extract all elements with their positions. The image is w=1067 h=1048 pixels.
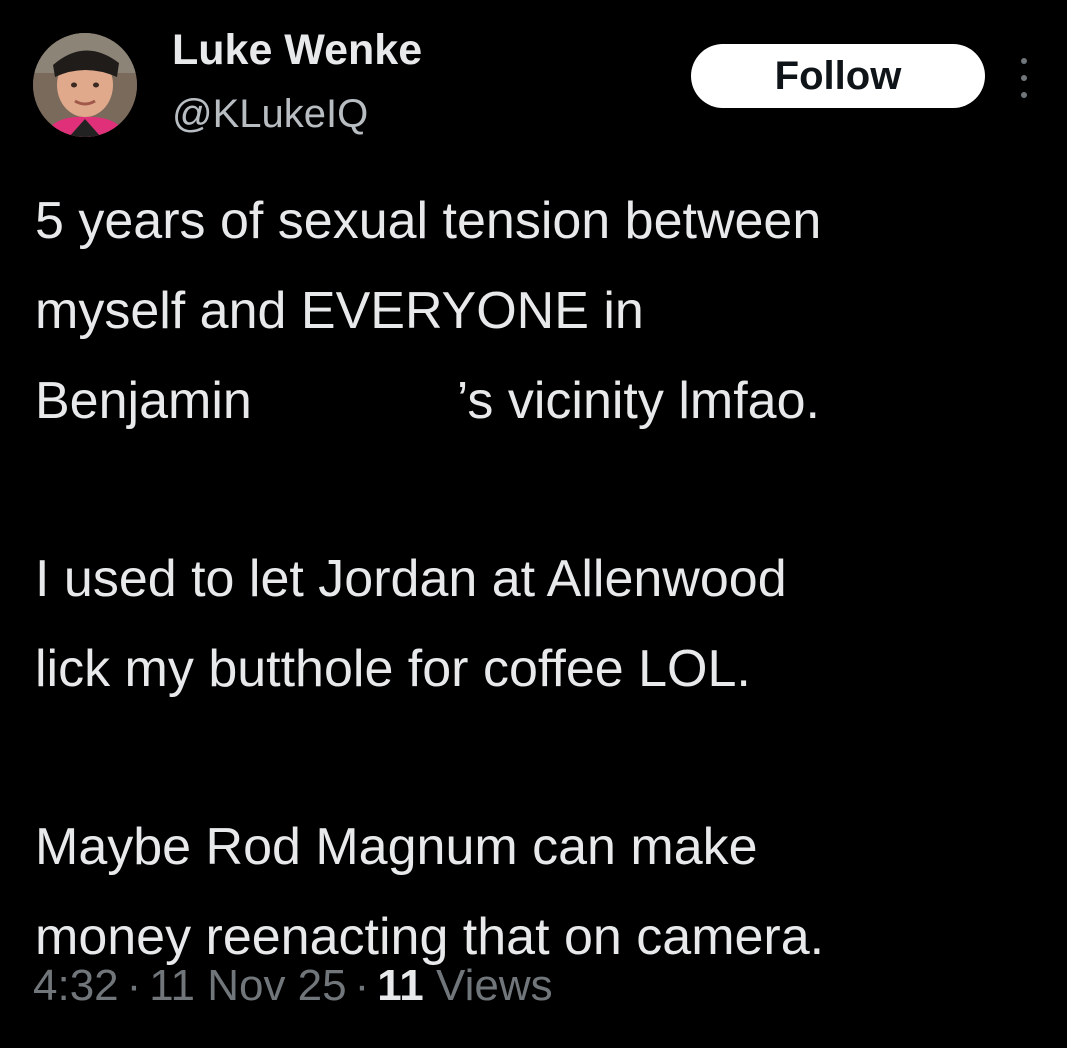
more-dot <box>1021 75 1027 81</box>
avatar[interactable] <box>33 33 137 137</box>
tweet-card: Luke Wenke @KLukeIQ Follow 5 years of se… <box>0 0 1067 1048</box>
author-name[interactable]: Luke Wenke <box>172 22 422 78</box>
tweet-text: 5 years of sexual tension between myself… <box>35 176 1055 982</box>
meta-separator: · <box>126 961 142 1010</box>
tweet-line: myself and EVERYONE in <box>35 282 644 340</box>
tweet-line: 5 years of sexual tension between <box>35 192 822 250</box>
tweet-time[interactable]: 4:32 <box>33 961 119 1010</box>
tweet-text-fragment: ’s vicinity lmfao. <box>456 372 820 430</box>
tweet-meta: 4:32 · 11 Nov 25 · 11 Views <box>33 956 553 1016</box>
avatar-image <box>33 33 137 137</box>
meta-separator: · <box>354 961 370 1010</box>
tweet-line: lick my butthole for coffee LOL. <box>35 640 751 698</box>
author-handle[interactable]: @KLukeIQ <box>172 88 368 140</box>
follow-button[interactable]: Follow <box>691 44 985 108</box>
tweet-date[interactable]: 11 Nov 25 <box>149 961 346 1010</box>
more-dot <box>1021 92 1027 98</box>
more-dot <box>1021 58 1027 64</box>
tweet-paragraph-break <box>35 714 1055 802</box>
tweet-paragraph-break <box>35 446 1055 534</box>
tweet-text-fragment: Benjamin <box>35 372 252 430</box>
more-vertical-icon[interactable] <box>1012 58 1036 98</box>
tweet-line: Benjamin ’s vicinity lmfao. <box>35 356 1055 446</box>
tweet-line: Maybe Rod Magnum can make <box>35 818 758 876</box>
tweet-line: I used to let Jordan at Allenwood <box>35 550 787 608</box>
views-count[interactable]: 11 <box>377 961 424 1010</box>
views-label[interactable]: Views <box>436 961 553 1010</box>
